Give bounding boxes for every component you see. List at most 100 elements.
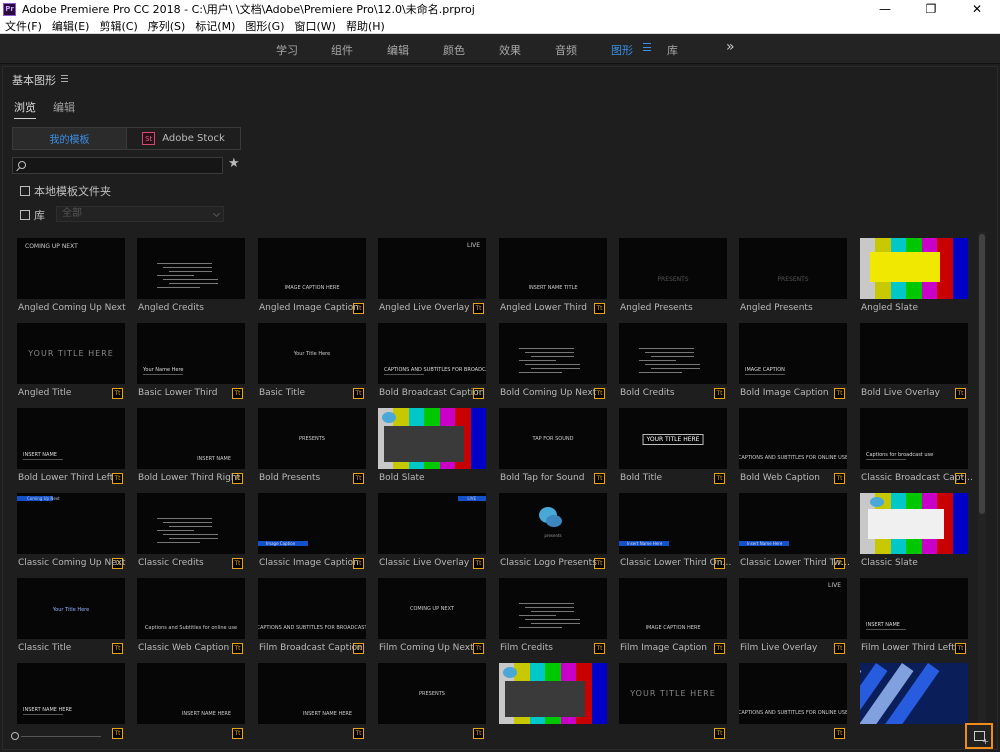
menu-clip[interactable]: 剪辑(C) [99,18,137,34]
template-card[interactable]: Your Title Here Tt Basic Title [258,323,366,401]
thumbnail-text: Captions and Subtitles for online use [144,625,238,631]
template-card[interactable]: COMING UP NEXT Angled Coming Up Next [17,238,126,316]
template-thumbnail [860,238,968,299]
menu-help[interactable]: 帮助(H) [346,18,385,34]
tab-my-templates[interactable]: 我的模板 [13,128,127,149]
template-label: Bold Title [620,473,663,483]
workspace-menu-icon[interactable] [643,43,651,51]
template-card[interactable] [499,663,607,741]
thumbnail-line [169,271,212,272]
menu-window[interactable]: 窗口(W) [295,18,336,34]
workspace-tab-audio[interactable]: 音频 [555,42,577,58]
template-card[interactable]: CAPTIONS AND SUBTITLES FOR ONLINE USE Tt [739,663,847,741]
template-card[interactable]: Your Name Here Tt Basic Lower Third [137,323,245,401]
workspace-tab-libraries[interactable]: 库 [667,42,678,58]
tab-adobe-stock[interactable]: St Adobe Stock [127,128,240,149]
menu-file[interactable]: 文件(F) [5,18,42,34]
template-card[interactable]: CAPTIONS AND SUBTITLES FOR BROADCAST Tt Fi… [258,578,366,656]
template-card[interactable]: CAPTIONS AND SUBTITLES FOR BROADCAST Tt Bo… [378,323,486,401]
workspace-overflow-icon[interactable]: » [726,39,735,55]
workspace-tab-graphics[interactable]: 图形 [611,42,633,58]
vertical-scrollbar[interactable] [978,232,986,726]
template-card[interactable]: INSERT NAME HERE Tt [258,663,366,741]
template-card[interactable]: IMAGE CAPTION HERE Tt Angled Image Caption [258,238,366,316]
thumbnail-text: INSERT NAME HERE [23,707,73,713]
library-checkbox[interactable] [20,210,30,220]
favorites-star-icon[interactable]: ★ [228,156,240,171]
thumbnail-line [645,352,694,353]
template-card[interactable]: COMING UP NEXT Tt Film Coming Up Next [378,578,486,656]
tab-edit[interactable]: 编辑 [53,99,75,115]
template-card[interactable]: Tt Bold Coming Up Next [499,323,607,401]
search-box [12,157,223,174]
template-card[interactable]: INSERT NAME Tt Bold Lower Third Right [137,408,245,486]
thumbnail-text: INSERT NAME HERE [181,711,231,717]
template-card[interactable]: Captions and Subtitles for online use Tt C… [137,578,245,656]
template-thumbnail: YOUR TITLE HERE [17,323,125,384]
workspace-tab-color[interactable]: 颜色 [443,42,465,58]
restore-button[interactable]: ❐ [908,0,954,18]
template-card[interactable]: Tt Classic Credits [137,493,245,571]
template-card[interactable]: Tt Bold Live Overlay [860,323,968,401]
scrollbar-thumb[interactable] [979,234,985,514]
template-card[interactable]: Classic Slate [860,493,968,571]
template-card[interactable]: Bold Slate [378,408,486,486]
local-templates-checkbox[interactable] [20,186,30,196]
template-card[interactable]: YOUR TITLE HERE Tt Bold Title [619,408,727,486]
template-card[interactable]: INSERT NAME Tt Bold Lower Third Left [17,408,125,486]
template-card[interactable]: Angled Slate [860,238,968,316]
template-card[interactable]: INSERT NAME HERE Tt [17,663,125,741]
template-card[interactable]: Insert Name Here Tt Classic Lower Third On… [619,493,732,571]
template-thumbnail: COMING UP NEXT [378,578,486,639]
template-card[interactable]: INSERT NAME HERE Tt [137,663,245,741]
close-button[interactable]: ✕ [954,0,1000,18]
thumbnail-line [157,287,200,288]
template-card[interactable]: INSERT NAME Tt Film Lower Third Left [860,578,968,656]
template-card[interactable]: Captions for broadcast use Tt Classic Broa… [860,408,973,486]
template-thumbnail [860,493,968,554]
menu-graphics[interactable]: 图形(G) [245,18,284,34]
thumbnail-line [157,542,200,543]
template-card[interactable]: Tt Film Credits [499,578,607,656]
new-layer-button[interactable] [965,723,993,749]
template-card[interactable]: Tt Bold Credits [619,323,727,401]
template-card[interactable] [860,663,968,741]
template-card[interactable]: PRESENTS Angled Presents [619,238,727,316]
template-card[interactable]: Image Caption Tt Classic Image Caption [258,493,366,571]
minimize-button[interactable]: — [862,0,908,18]
thumbnail-line [519,360,556,361]
panel-menu-icon[interactable] [61,75,68,82]
template-card[interactable]: presents Tt Classic Logo Presents [499,493,607,571]
template-card[interactable]: PRESENTS Tt Bold Presents [258,408,366,486]
menu-edit[interactable]: 编辑(E) [52,18,90,34]
template-card[interactable]: LIVE Tt Classic Live Overlay [378,493,486,571]
thumbnail-text: CAPTIONS AND SUBTITLES FOR ONLINE USE [739,455,847,461]
template-card[interactable]: PRESENTS Tt [378,663,486,741]
template-card[interactable]: YOUR TITLE HERE Tt Angled Title [17,323,125,401]
template-card[interactable]: TAP FOR SOUND Tt Bold Tap for Sound [499,408,607,486]
template-card[interactable]: INSERT NAME TITLE Tt Angled Lower Third [499,238,607,316]
menu-markers[interactable]: 标记(M) [195,18,235,34]
thumbnail-size-slider[interactable] [21,736,101,737]
template-card[interactable]: Coming Up Next Tt Classic Coming Up Next [17,493,125,571]
search-input[interactable] [31,159,221,172]
template-thumbnail: Coming Up Next [17,493,125,554]
template-card[interactable]: IMAGE CAPTION HERE Tt Film Image Caption [619,578,727,656]
template-card[interactable]: Angled Credits [137,238,245,316]
template-card[interactable]: Insert Name Here Tt Classic Lower Third Tw… [739,493,852,571]
workspace-tab-editing[interactable]: 编辑 [387,42,409,58]
library-select[interactable]: 全部 [56,206,224,222]
workspace-tab-effects[interactable]: 效果 [499,42,521,58]
template-card[interactable]: LIVE Tt Film Live Overlay [739,578,847,656]
menu-sequence[interactable]: 序列(S) [148,18,186,34]
template-card[interactable]: IMAGE CAPTION Tt Bold Image Caption [739,323,847,401]
template-card[interactable]: CAPTIONS AND SUBTITLES FOR ONLINE USE Tt B… [739,408,847,486]
template-card[interactable]: LIVE Tt Angled Live Overlay [378,238,486,316]
template-card[interactable]: YOUR TITLE HERE Tt [619,663,727,741]
workspace-tab-assembly[interactable]: 组件 [331,42,353,58]
tab-browse[interactable]: 浏览 [14,99,36,119]
template-card[interactable]: PRESENTS Angled Presents [739,238,847,316]
template-card[interactable]: Your Title Here Tt Classic Title [17,578,125,656]
workspace-tab-learning[interactable]: 学习 [276,42,298,58]
template-thumbnail: LIVE [378,238,486,299]
